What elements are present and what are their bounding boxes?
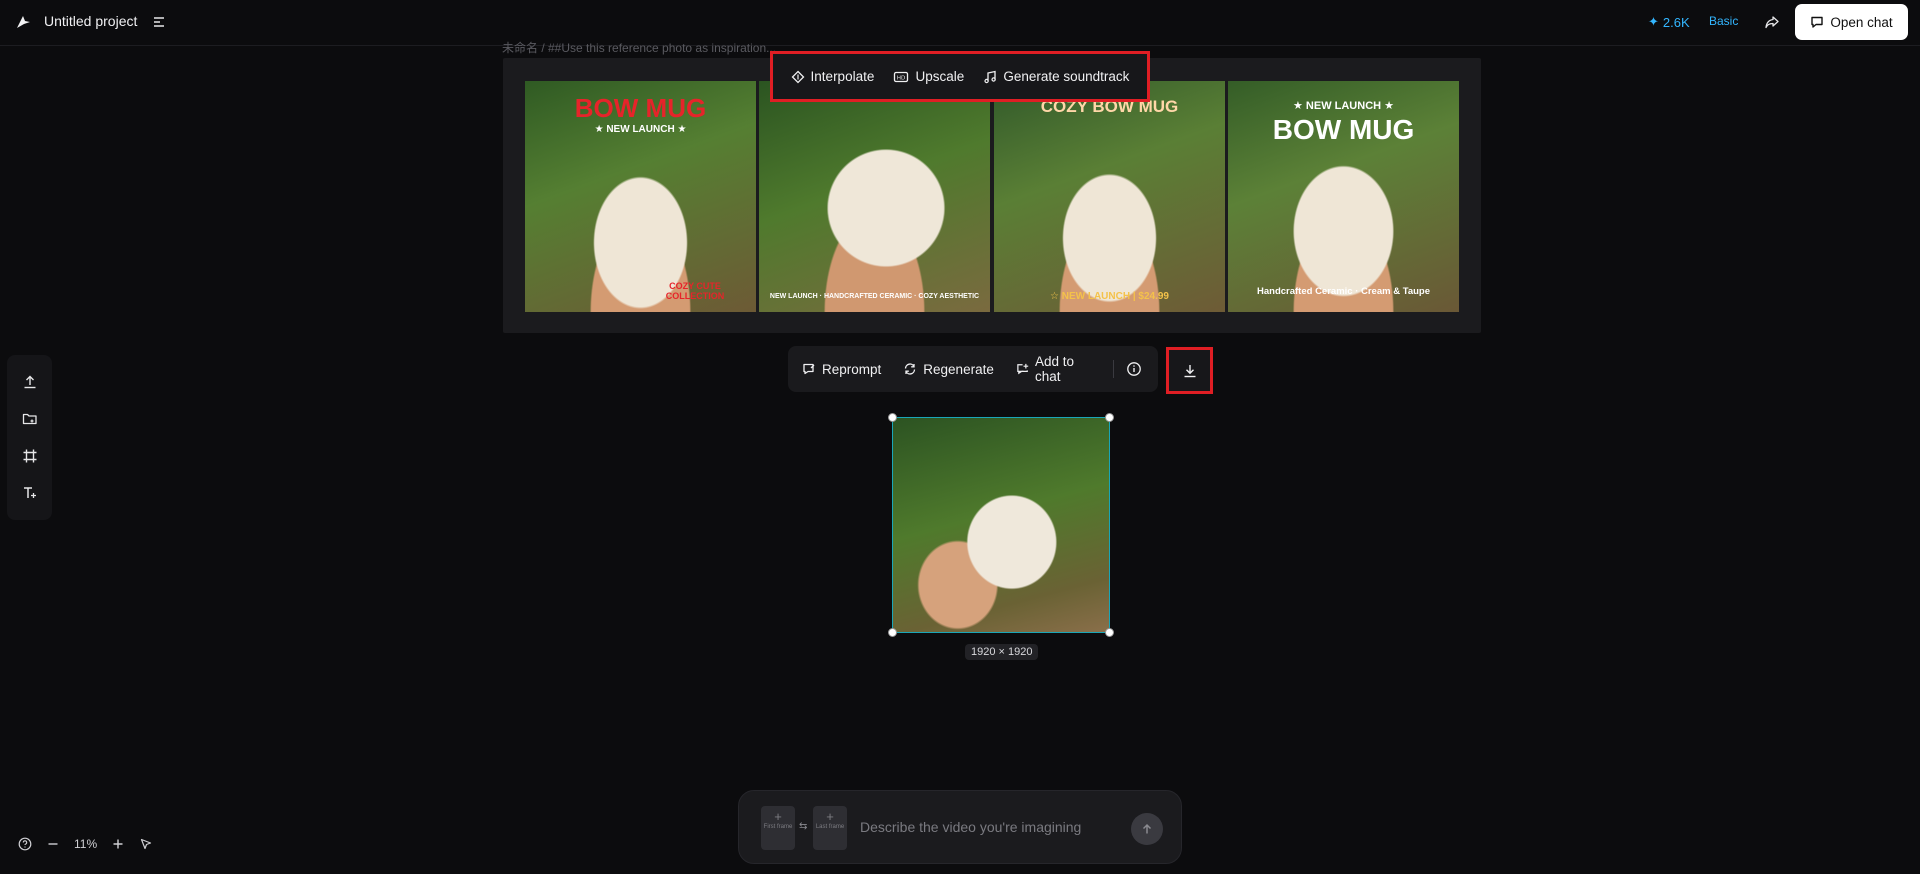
plan-badge[interactable]: Basic	[1709, 14, 1738, 28]
zoom-controls: 11%	[18, 837, 153, 851]
thumb-subtitle: ★ NEW LAUNCH ★	[594, 124, 687, 135]
zoom-in-icon[interactable]	[111, 837, 125, 851]
interpolate-button[interactable]: Interpolate	[791, 69, 875, 84]
tool-rail	[7, 355, 52, 520]
generate-soundtrack-label: Generate soundtrack	[1003, 69, 1130, 84]
video-preview	[893, 418, 1109, 632]
open-chat-button[interactable]: Open chat	[1795, 4, 1908, 40]
image-thumb[interactable]: COZY BOW MUG ☆ NEW LAUNCH | $24.99	[994, 81, 1225, 312]
zoom-level[interactable]: 11%	[74, 837, 97, 851]
add-to-chat-button[interactable]: Add to chat	[1016, 354, 1099, 384]
project-title[interactable]: Untitled project	[44, 13, 137, 29]
interpolate-label: Interpolate	[810, 69, 875, 84]
image-thumb[interactable]: BOW MUG ★ NEW LAUNCH ★ COZY CUTE COLLECT…	[525, 81, 756, 312]
info-icon[interactable]	[1126, 361, 1142, 377]
last-frame-label: Last frame	[815, 824, 845, 830]
zoom-out-icon[interactable]	[46, 837, 60, 851]
toolbar-divider	[1113, 360, 1114, 378]
reprompt-label: Reprompt	[822, 361, 882, 377]
share-icon[interactable]	[1762, 12, 1782, 32]
thumb-caption: ☆ NEW LAUNCH | $24.99	[1049, 291, 1169, 302]
text-tool-icon[interactable]	[21, 484, 39, 502]
generate-soundtrack-button[interactable]: Generate soundtrack	[983, 69, 1129, 84]
logo-icon[interactable]	[14, 13, 32, 31]
first-frame-label: First frame	[763, 824, 793, 830]
swap-icon[interactable]: ⇆	[799, 821, 807, 832]
add-to-chat-label: Add to chat	[1034, 354, 1075, 384]
last-frame-slot[interactable]: + Last frame	[813, 806, 847, 850]
download-button[interactable]	[1166, 347, 1213, 394]
reprompt-button[interactable]: Reprompt	[802, 362, 881, 377]
send-button[interactable]	[1131, 813, 1163, 845]
image-action-toolbar: Interpolate HD Upscale Generate soundtra…	[770, 51, 1150, 102]
regenerate-icon	[905, 363, 916, 375]
video-action-toolbar: Reprompt Regenerate Add to chat	[788, 346, 1158, 392]
chat-bubble-icon	[1811, 16, 1824, 28]
top-bar: Untitled project ✦ 2.6K Basic Open chat	[0, 0, 1920, 46]
arrow-up-icon	[1142, 823, 1152, 834]
sparkle-icon: ✦	[1648, 14, 1659, 29]
credits-value: 2.6K	[1662, 14, 1690, 30]
thumb-subtitle: ★ NEW LAUNCH ★	[1293, 100, 1394, 112]
upscale-button[interactable]: HD Upscale	[893, 69, 964, 84]
svg-text:HD: HD	[897, 75, 905, 81]
dimensions-badge: 1920 × 1920	[965, 644, 1039, 660]
thumb-caption: COZY CUTE COLLECTION	[665, 281, 725, 301]
thumb-caption: NEW LAUNCH · HANDCRAFTED CERAMIC · COZY …	[769, 293, 980, 300]
upscale-label: Upscale	[915, 69, 965, 84]
help-icon[interactable]	[18, 837, 32, 851]
selected-video-frame[interactable]	[892, 417, 1110, 633]
reprompt-icon	[803, 363, 815, 375]
add-icon: +	[774, 809, 782, 824]
regenerate-label: Regenerate	[923, 361, 994, 377]
add-folder-icon[interactable]	[21, 410, 39, 428]
canvas-breadcrumb: 未命名 / ##Use this reference photo as insp…	[502, 41, 777, 55]
music-note-icon	[984, 70, 997, 83]
regenerate-button[interactable]: Regenerate	[903, 362, 994, 377]
resize-handle[interactable]	[888, 628, 897, 637]
resize-handle[interactable]	[888, 413, 897, 422]
interpolate-icon	[791, 70, 804, 83]
add-icon: +	[826, 809, 834, 824]
prompt-bar: + First frame ⇆ + Last frame Describe th…	[738, 790, 1182, 864]
crop-frame-icon[interactable]	[21, 447, 39, 465]
add-to-chat-icon	[1017, 363, 1029, 375]
prompt-input[interactable]: Describe the video you're imagining	[860, 819, 1081, 835]
menu-icon[interactable]	[151, 14, 167, 30]
resize-handle[interactable]	[1105, 628, 1114, 637]
upscale-icon: HD	[894, 71, 909, 82]
first-frame-slot[interactable]: + First frame	[761, 806, 795, 850]
download-icon	[1184, 364, 1195, 377]
open-chat-label: Open chat	[1830, 14, 1893, 30]
resize-handle[interactable]	[1105, 413, 1114, 422]
thumb-title: BOW MUG	[574, 93, 707, 123]
image-thumb[interactable]: NEW LAUNCH · HANDCRAFTED CERAMIC · COZY …	[759, 81, 990, 312]
credits-counter[interactable]: ✦ 2.6K	[1648, 14, 1690, 30]
thumb-title: BOW MUG	[1272, 114, 1415, 145]
cursor-select-icon[interactable]	[139, 837, 153, 851]
image-thumb[interactable]: ★ NEW LAUNCH ★ BOW MUG Handcrafted Ceram…	[1228, 81, 1459, 312]
thumb-caption: Handcrafted Ceramic · Cream & Taupe	[1257, 286, 1430, 297]
upload-icon[interactable]	[21, 373, 39, 391]
